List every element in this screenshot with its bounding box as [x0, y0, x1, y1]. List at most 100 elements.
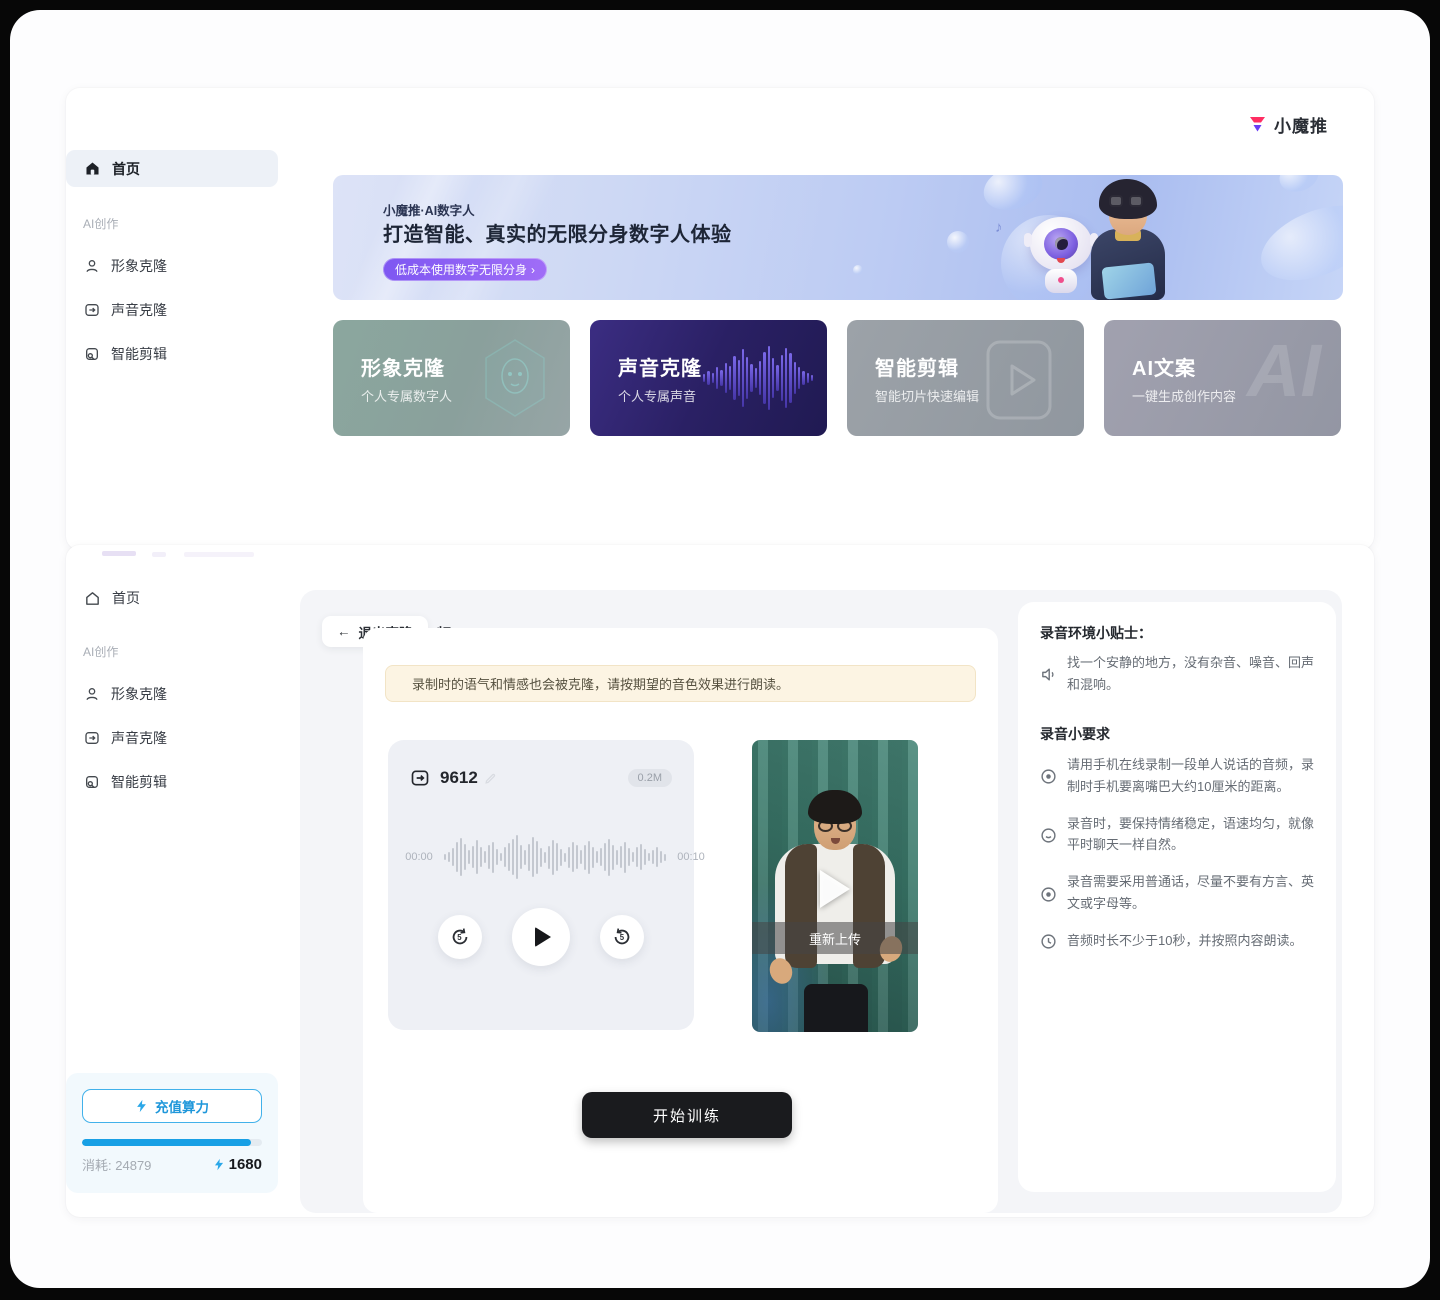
cropped-text-artifact [184, 552, 254, 557]
tip-item: 录音时，要保持情绪稳定，语速均匀，就像平时聊天一样自然。 [1040, 813, 1316, 857]
boy-illustration [1085, 179, 1171, 300]
cropped-text-artifact [152, 552, 166, 557]
home-icon [84, 590, 101, 607]
brand-logo[interactable]: 小魔推 [1248, 112, 1328, 137]
play-video-icon [980, 338, 1058, 422]
voice-file-icon [410, 768, 430, 788]
reupload-label: 重新上传 [809, 929, 861, 948]
credits-progress [82, 1139, 262, 1146]
voice-clone-icon [84, 730, 100, 746]
feature-card-smart-edit[interactable]: 智能剪辑 智能切片快速编辑 [847, 320, 1084, 436]
feature-card-voice-clone[interactable]: 声音克隆 个人专属声音 [590, 320, 827, 436]
card-subtitle: 智能切片快速编辑 [875, 386, 979, 405]
video-play-icon[interactable] [820, 870, 850, 908]
credits-progress-fill [82, 1139, 251, 1146]
sidebar-item-label: 首页 [112, 588, 140, 608]
sidebar-item-label: 声音克隆 [111, 300, 167, 320]
banner-eyebrow: 小魔推·AI数字人 [383, 200, 475, 219]
face-hologram-icon [482, 338, 548, 418]
sidebar-section-label: AI创作 [83, 215, 118, 232]
card-title: 形象克隆 [361, 352, 445, 381]
audio-waveform [444, 829, 666, 885]
tip-text: 请用手机在线录制一段单人说话的音频，录制时手机要离嘴巴大约10厘米的距离。 [1067, 754, 1316, 798]
card-title: AI文案 [1132, 352, 1196, 381]
banner-cta-button[interactable]: 低成本使用数字无限分身 › [383, 258, 547, 281]
feature-card-avatar-clone[interactable]: 形象克隆 个人专属数字人 [333, 320, 570, 436]
sidebar-item-voice-clone[interactable]: 声音克隆 [66, 725, 278, 751]
audio-file-name: 9612 [440, 768, 478, 788]
start-training-button[interactable]: 开始训练 [582, 1092, 792, 1138]
card-subtitle: 一键生成创作内容 [1132, 386, 1236, 405]
sidebar-item-smart-edit[interactable]: 智能剪辑 [66, 769, 278, 795]
recording-content-card: 录制时的语气和情感也会被克隆，请按期望的音色效果进行朗读。 9612 0.2M [363, 628, 998, 1213]
sidebar-item-avatar-clone[interactable]: 形象克隆 [66, 253, 278, 279]
back-arrow-icon: ← [337, 624, 351, 639]
brand-logo-icon [1248, 115, 1267, 134]
audio-player-card: 9612 0.2M 00:00 00:10 [388, 740, 694, 1030]
banner-bubble [1275, 175, 1323, 197]
power-icon [213, 1158, 225, 1171]
record-icon [1040, 756, 1057, 798]
home-window: 小魔推 首页 AI创作 形象克隆 声音克隆 智能剪辑 [66, 88, 1374, 550]
sidebar-item-label: 形象克隆 [111, 256, 167, 276]
rewind-5s-button[interactable]: 5 [438, 915, 482, 959]
feature-card-ai-copy[interactable]: AI AI文案 一键生成创作内容 [1104, 320, 1341, 436]
cropped-text-artifact [102, 551, 136, 556]
voice-clone-main-panel: ← 退出克隆 频 录制时的语气和情感也会被克隆，请按期望的音色效果进行朗读。 9… [300, 590, 1342, 1213]
tip-item: 请用手机在线录制一段单人说话的音频，录制时手机要离嘴巴大约10厘米的距离。 [1040, 754, 1316, 798]
device-frame: 小魔推 首页 AI创作 形象克隆 声音克隆 智能剪辑 [0, 0, 1440, 1300]
balance-value: 1680 [213, 1156, 262, 1173]
hero-banner: ♪ 小魔推·AI数字人 打造智能、真实的无限分 [333, 175, 1343, 300]
tips-panel: 录音环境小贴士： 找一个安静的地方，没有杂音、噪音、回声和混响。 录音小要求 [1018, 602, 1336, 1192]
forward-5s-button[interactable]: 5 [600, 915, 644, 959]
credits-panel: 充值算力 消耗: 24879 1680 [66, 1073, 278, 1193]
recharge-label: 充值算力 [155, 1096, 209, 1116]
banner-bubble [1250, 191, 1343, 295]
tip-item: 找一个安静的地方，没有杂音、噪音、回声和混响。 [1040, 652, 1316, 696]
banner-cta-label: 低成本使用数字无限分身 [395, 261, 527, 278]
sidebar-item-home[interactable]: 首页 [66, 585, 278, 611]
sidebar-item-home[interactable]: 首页 [66, 150, 278, 187]
time-total: 00:10 [674, 851, 708, 863]
svg-text:5: 5 [457, 933, 462, 942]
waveform-graphic [703, 340, 813, 416]
edit-icon[interactable] [484, 772, 497, 785]
recharge-button[interactable]: 充值算力 [82, 1089, 262, 1123]
tip-text: 录音时，要保持情绪稳定，语速均匀，就像平时聊天一样自然。 [1067, 813, 1316, 857]
tip-text: 找一个安静的地方，没有杂音、噪音、回声和混响。 [1067, 652, 1316, 696]
sidebar-item-label: 智能剪辑 [111, 344, 167, 364]
ai-glyph: AI [1247, 328, 1321, 413]
brand-name: 小魔推 [1274, 112, 1328, 137]
record-icon [1040, 873, 1057, 915]
speaker-icon [1040, 654, 1057, 696]
sidebar-item-voice-clone[interactable]: 声音克隆 [66, 297, 278, 323]
person-icon [84, 258, 100, 274]
banner-bubble [853, 265, 863, 275]
card-subtitle: 个人专属数字人 [361, 386, 452, 405]
svg-text:5: 5 [620, 933, 625, 942]
play-button[interactable] [512, 908, 570, 966]
video-preview[interactable]: 重新上传 [752, 740, 918, 1032]
consumed-text: 消耗: 24879 [82, 1155, 151, 1174]
card-title: 智能剪辑 [875, 352, 959, 381]
music-note-icon: ♪ [995, 219, 1003, 236]
voice-clone-icon [84, 302, 100, 318]
chevron-right-icon: › [531, 263, 535, 277]
card-title: 声音克隆 [618, 352, 702, 381]
reupload-button[interactable]: 重新上传 [752, 922, 918, 954]
tip-text: 录音需要采用普通话，尽量不要有方言、英文或字母等。 [1067, 871, 1316, 915]
app-canvas: 小魔推 首页 AI创作 形象克隆 声音克隆 智能剪辑 [10, 10, 1430, 1288]
sidebar-item-label: 首页 [112, 159, 140, 179]
sidebar-item-avatar-clone[interactable]: 形象克隆 [66, 681, 278, 707]
file-size-badge: 0.2M [628, 769, 672, 787]
sidebar-item-label: 智能剪辑 [111, 772, 167, 792]
tip-item: 音频时长不少于10秒，并按照内容朗读。 [1040, 930, 1316, 952]
smart-edit-icon [84, 774, 100, 790]
banner-title: 打造智能、真实的无限分身数字人体验 [383, 218, 732, 247]
home-icon [84, 160, 101, 177]
time-current: 00:00 [402, 851, 436, 863]
play-icon [535, 927, 551, 947]
sidebar-item-label: 形象克隆 [111, 684, 167, 704]
tip-text: 音频时长不少于10秒，并按照内容朗读。 [1067, 930, 1302, 952]
sidebar-item-smart-edit[interactable]: 智能剪辑 [66, 341, 278, 367]
